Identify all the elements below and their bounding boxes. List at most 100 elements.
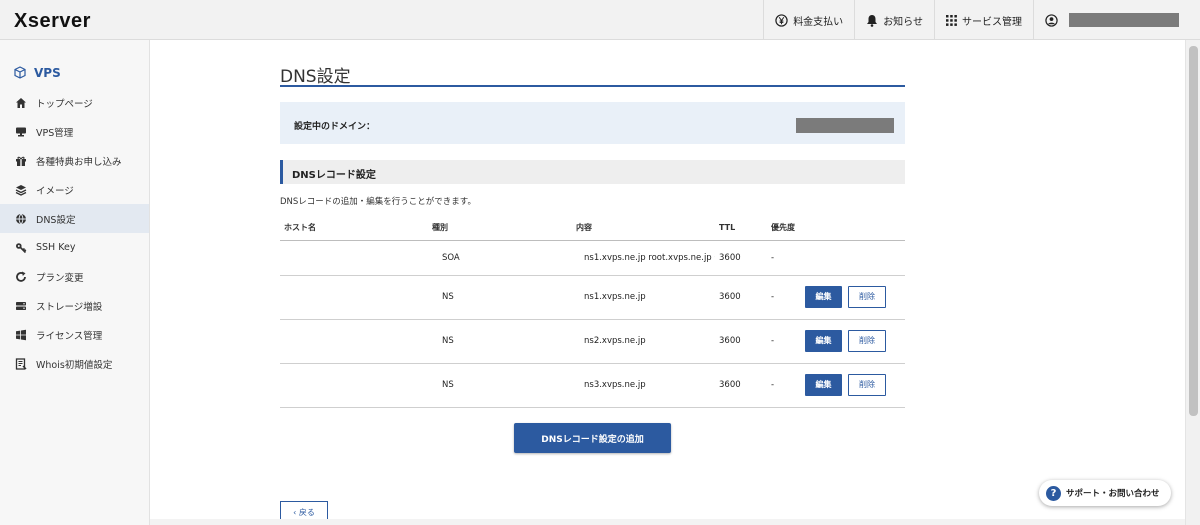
current-domain-label: 設定中のドメイン：	[294, 122, 376, 132]
sidebar-item-top[interactable]: トップページ	[0, 88, 149, 117]
sidebar-menu: トップページ VPS管理 各種特典お申し込み イメージ DNS設定 SSH Ke…	[0, 88, 149, 378]
cell-type: NS	[428, 319, 572, 364]
refresh-icon	[16, 271, 26, 282]
cell-content: ns3.xvps.ne.jp	[572, 363, 715, 408]
sidebar-item-label: Whois初期値設定	[36, 359, 113, 371]
table-row: NS ns1.xvps.ne.jp 3600 - 編集 削除	[280, 275, 905, 320]
sidebar-item-label: イメージ	[36, 185, 74, 197]
sidebar-item-label: ライセンス管理	[36, 330, 103, 342]
document-icon	[15, 357, 27, 370]
support-contact-button[interactable]: ? サポート・お問い合わせ	[1039, 480, 1171, 506]
cell-content: ns2.xvps.ne.jp	[572, 319, 715, 364]
sidebar-item-storage[interactable]: ストレージ増設	[0, 291, 149, 320]
user-name-redacted	[1069, 13, 1179, 27]
sidebar: VPS トップページ VPS管理 各種特典お申し込み イメージ DNS設定 SS…	[0, 40, 150, 525]
dns-record-table: ホスト名 種別 内容 TTL 優先度 SOA ns1.xvps.ne.jp ro…	[280, 216, 905, 408]
cell-content: ns1.xvps.ne.jp	[572, 275, 715, 320]
nav-payment-label: 料金支払い	[793, 16, 844, 28]
sidebar-item-ssh-key[interactable]: SSH Key	[0, 233, 149, 262]
scrollbar-thumb[interactable]	[1189, 46, 1198, 416]
current-domain-redacted	[796, 118, 894, 133]
title-divider	[280, 85, 905, 87]
cell-host	[280, 275, 428, 320]
sidebar-item-label: SSH Key	[36, 242, 76, 253]
table-row: NS ns3.xvps.ne.jp 3600 - 編集 削除	[280, 363, 905, 408]
page-scrollbar[interactable]	[1185, 40, 1200, 525]
cell-host	[280, 240, 428, 276]
section-title: DNSレコード設定	[292, 170, 376, 181]
cell-priority: -	[767, 363, 801, 408]
cell-host	[280, 363, 428, 408]
cell-priority: -	[767, 240, 801, 276]
sidebar-item-image[interactable]: イメージ	[0, 175, 149, 204]
current-domain-box: 設定中のドメイン：	[280, 102, 905, 144]
cell-priority: -	[767, 319, 801, 364]
host-redacted	[284, 248, 354, 264]
cell-ttl: 3600	[715, 363, 767, 408]
sidebar-item-whois[interactable]: Whois初期値設定	[0, 349, 149, 378]
bottom-edge	[150, 519, 1185, 525]
nav-notice[interactable]: お知らせ	[854, 0, 934, 40]
column-header-content: 内容	[572, 216, 715, 241]
table-row: NS ns2.xvps.ne.jp 3600 - 編集 削除	[280, 319, 905, 364]
table-header-row: ホスト名 種別 内容 TTL 優先度	[280, 216, 905, 241]
section-header: DNSレコード設定	[280, 160, 905, 184]
nav-services[interactable]: サービス管理	[934, 0, 1033, 40]
gift-icon	[16, 156, 26, 166]
cell-actions: 編集 削除	[801, 319, 905, 364]
cell-actions: 編集 削除	[801, 275, 905, 320]
cell-actions	[801, 240, 905, 276]
cell-host	[280, 319, 428, 364]
top-header: Xserver 料金支払い お知らせ サービス管理	[0, 0, 1200, 40]
cell-content: ns1.xvps.ne.jp root.xvps.ne.jp 0	[572, 240, 715, 276]
sidebar-item-benefits[interactable]: 各種特典お申し込み	[0, 146, 149, 175]
edit-button[interactable]: 編集	[805, 374, 842, 396]
sidebar-title-label: VPS	[34, 65, 61, 80]
sidebar-item-label: ストレージ増設	[36, 301, 103, 313]
cell-ttl: 3600	[715, 240, 767, 276]
sidebar-item-label: DNS設定	[36, 214, 76, 226]
sidebar-item-plan[interactable]: プラン変更	[0, 262, 149, 291]
section-description: DNSレコードの追加・編集を行うことができます。	[280, 197, 476, 207]
cell-actions: 編集 削除	[801, 363, 905, 408]
layers-icon	[15, 184, 27, 196]
cell-type: NS	[428, 275, 572, 320]
sidebar-item-license[interactable]: ライセンス管理	[0, 320, 149, 349]
xserver-logo[interactable]: Xserver	[14, 10, 91, 33]
nav-notice-label: お知らせ	[883, 16, 923, 28]
storage-icon	[16, 301, 26, 310]
edit-button[interactable]: 編集	[805, 286, 842, 308]
host-redacted	[284, 375, 354, 392]
top-nav: 料金支払い お知らせ サービス管理	[763, 0, 1200, 40]
cell-ttl: 3600	[715, 275, 767, 320]
table-row: SOA ns1.xvps.ne.jp root.xvps.ne.jp 0 360…	[280, 240, 905, 276]
edit-button[interactable]: 編集	[805, 330, 842, 352]
column-header-type: 種別	[428, 216, 572, 241]
sidebar-item-dns[interactable]: DNS設定	[0, 204, 149, 233]
column-header-host: ホスト名	[280, 216, 428, 241]
host-redacted	[284, 287, 354, 304]
nav-payment[interactable]: 料金支払い	[763, 0, 854, 40]
sidebar-item-label: VPS管理	[36, 127, 74, 139]
yen-icon	[775, 13, 788, 27]
column-header-priority: 優先度	[767, 216, 905, 241]
sidebar-item-vps[interactable]: VPS管理	[0, 117, 149, 146]
sidebar-title[interactable]: VPS	[0, 40, 149, 88]
nav-user[interactable]	[1033, 0, 1200, 40]
cell-type: SOA	[428, 240, 572, 276]
delete-button[interactable]: 削除	[848, 374, 886, 396]
cell-ttl: 3600	[715, 319, 767, 364]
sidebar-item-label: プラン変更	[36, 272, 84, 284]
sidebar-item-label: トップページ	[36, 98, 93, 110]
delete-button[interactable]: 削除	[848, 286, 886, 308]
delete-button[interactable]: 削除	[848, 330, 886, 352]
add-dns-record-button[interactable]: DNSレコード設定の追加	[514, 423, 671, 453]
windows-icon	[16, 329, 26, 340]
host-redacted	[284, 331, 354, 348]
server-icon	[16, 127, 26, 136]
column-header-ttl: TTL	[715, 216, 767, 241]
question-icon: ?	[1046, 485, 1061, 501]
support-label: サポート・お問い合わせ	[1066, 489, 1160, 499]
home-icon	[16, 97, 26, 108]
nav-services-label: サービス管理	[962, 16, 1022, 28]
